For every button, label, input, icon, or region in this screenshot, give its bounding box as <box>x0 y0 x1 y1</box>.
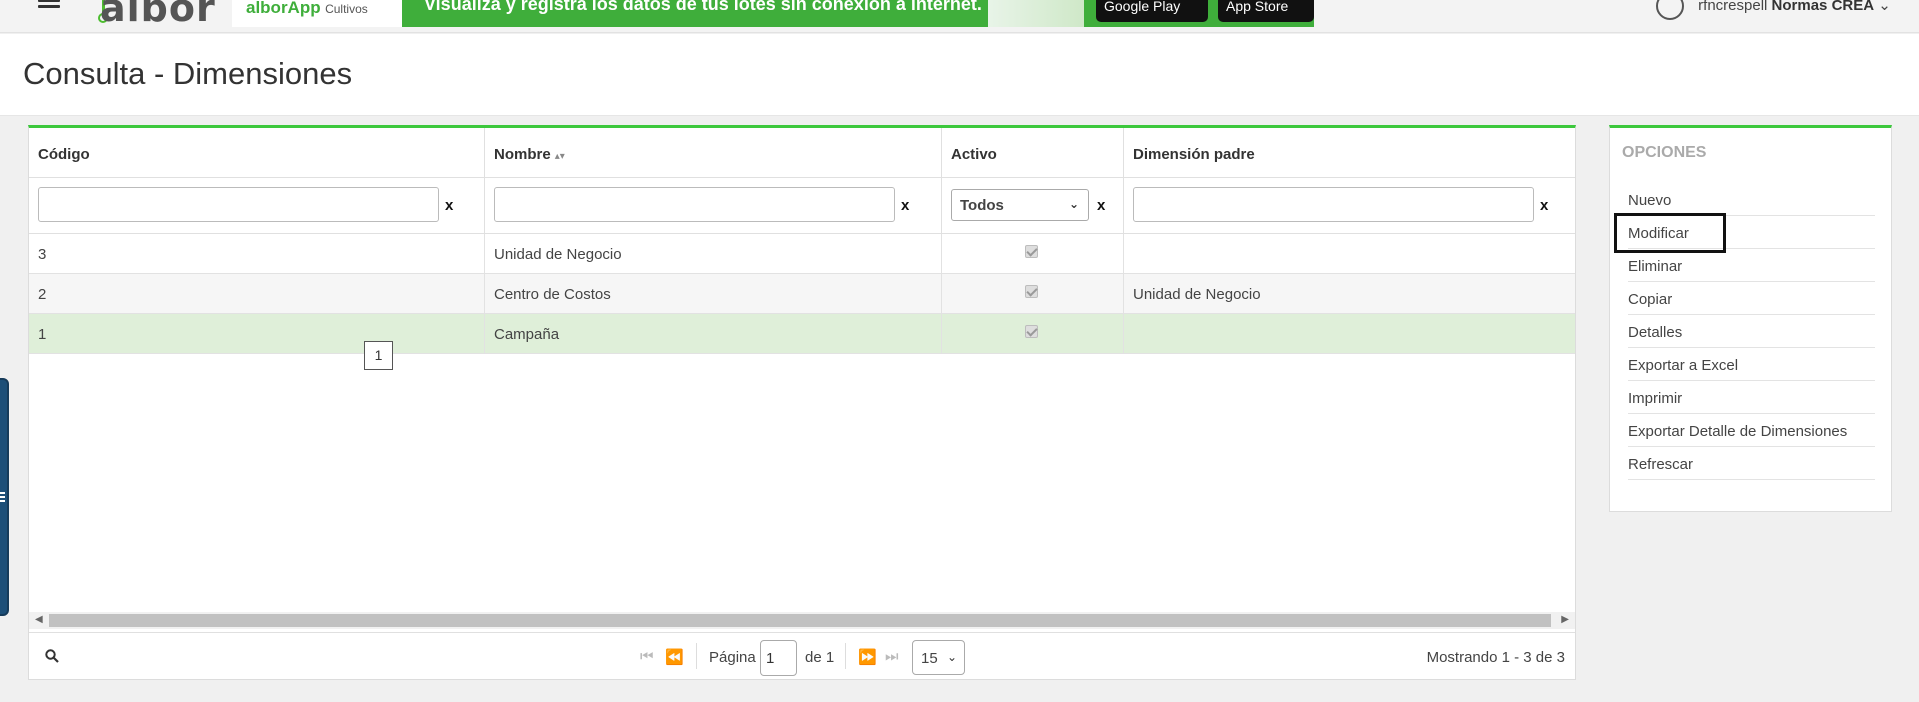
grid-filter-row: x x Todos ⌄ x x <box>29 178 1575 234</box>
google-play-badge[interactable]: Google Play <box>1096 0 1208 22</box>
banner-brand-sub: Cultivos <box>325 2 368 16</box>
cell-activo <box>942 234 1124 274</box>
column-header-dimension-padre-label: Dimensión padre <box>1133 146 1255 163</box>
clear-filter-activo-button[interactable]: x <box>1097 197 1105 214</box>
cell-nombre: Unidad de Negocio <box>485 234 942 274</box>
cell-dimension-padre: Unidad de Negocio <box>1133 286 1261 303</box>
scroll-right-arrow-icon[interactable]: ▶ <box>1561 614 1569 625</box>
clear-filter-nombre-button[interactable]: x <box>901 197 909 214</box>
page-title: Consulta - Dimensiones <box>23 56 353 91</box>
options-title: OPCIONES <box>1622 144 1707 161</box>
table-row-selected[interactable]: 1 Campaña <box>29 314 1575 354</box>
option-eliminar[interactable]: Eliminar <box>1628 249 1875 282</box>
page-number-input[interactable]: 1 <box>760 640 797 676</box>
scrollbar-thumb[interactable] <box>49 614 1551 627</box>
user-company: Normas CREA <box>1771 0 1875 14</box>
activo-checkbox <box>1025 285 1038 298</box>
cell-dimension-padre <box>1124 234 1575 274</box>
filter-cell-codigo: x <box>29 178 485 234</box>
cell-activo <box>942 274 1124 314</box>
pager-divider <box>845 643 846 669</box>
page-total-label: de 1 <box>805 649 835 666</box>
activo-checkbox <box>1025 245 1038 258</box>
cell-dimension-padre <box>1124 314 1575 354</box>
column-header-activo[interactable]: Activo <box>942 128 1124 178</box>
option-exportar-detalle[interactable]: Exportar Detalle de Dimensiones <box>1628 414 1875 447</box>
filter-activo-select[interactable]: Todos ⌄ <box>951 189 1089 221</box>
page-size-value: 15 <box>921 650 938 667</box>
banner-brand: alborApp Cultivos <box>232 0 402 27</box>
scroll-left-arrow-icon[interactable]: ◀ <box>35 614 43 625</box>
column-header-codigo-label: Código <box>38 146 90 163</box>
filter-cell-dimension-padre: x <box>1124 178 1575 234</box>
option-copiar[interactable]: Copiar <box>1628 282 1875 315</box>
side-panel-toggle[interactable] <box>0 378 9 616</box>
option-exportar-excel[interactable]: Exportar a Excel <box>1628 348 1875 381</box>
activo-checkbox <box>1025 325 1038 338</box>
previous-page-icon[interactable]: ⏪ <box>665 648 684 666</box>
hamburger-menu-icon[interactable] <box>38 0 60 8</box>
cell-codigo: 3 <box>29 234 485 274</box>
clear-filter-dimension-padre-button[interactable]: x <box>1540 197 1548 214</box>
grip-icon <box>0 492 5 504</box>
chevron-down-icon: ⌄ <box>946 650 957 664</box>
options-panel: OPCIONES Nuevo Modificar Eliminar Copiar… <box>1609 125 1892 512</box>
filter-cell-nombre: x <box>485 178 942 234</box>
page-label: Página <box>709 649 756 666</box>
first-page-icon[interactable]: ⏮ <box>640 648 654 665</box>
cell-codigo: 2 <box>29 274 485 314</box>
column-header-dimension-padre[interactable]: Dimensión padre <box>1124 128 1575 178</box>
cell-nombre: Centro de Costos <box>485 274 942 314</box>
option-detalles[interactable]: Detalles <box>1628 315 1875 348</box>
filter-dimension-padre-input[interactable] <box>1133 187 1534 222</box>
albor-logo[interactable]: albor <box>100 0 216 30</box>
filter-cell-activo: Todos ⌄ x <box>942 178 1124 234</box>
clear-filter-codigo-button[interactable]: x <box>445 197 453 214</box>
column-header-nombre-label: Nombre <box>494 146 551 163</box>
focus-highlight-box <box>1614 213 1726 253</box>
sort-icon: ▴▾ <box>554 151 565 162</box>
banner-brand-name: alborApp <box>246 0 321 17</box>
option-nuevo[interactable]: Nuevo <box>1628 183 1875 216</box>
user-avatar-icon <box>1656 0 1684 20</box>
title-bar: Consulta - Dimensiones <box>0 34 1919 116</box>
app-promo-banner[interactable]: alborApp Cultivos Visualiza y registra l… <box>232 0 1314 27</box>
next-page-icon[interactable]: ⏩ <box>858 648 877 666</box>
cell-activo <box>942 314 1124 354</box>
column-header-activo-label: Activo <box>951 146 997 163</box>
user-menu[interactable]: rfncrespell Normas CREA ⌄ <box>1656 0 1891 20</box>
search-icon[interactable] <box>45 649 59 663</box>
user-name: rfncrespell <box>1698 0 1768 14</box>
banner-message: Visualiza y registra los datos de tus lo… <box>424 0 982 14</box>
app-store-badge[interactable]: App Store <box>1218 0 1314 22</box>
option-refrescar[interactable]: Refrescar <box>1628 447 1875 480</box>
cell-nombre: Campaña <box>485 314 942 354</box>
chevron-down-icon: ⌄ <box>1068 197 1079 211</box>
filter-activo-value: Todos <box>960 197 1004 214</box>
option-imprimir[interactable]: Imprimir <box>1628 381 1875 414</box>
table-row[interactable]: 3 Unidad de Negocio <box>29 234 1575 274</box>
filter-codigo-input[interactable] <box>38 187 439 222</box>
grid-pager: ⏮ ⏪ Página 1 de 1 ⏩ ⏭ 15 ⌄ Mostrando 1 -… <box>29 632 1575 680</box>
row-tooltip: 1 <box>364 341 393 370</box>
column-header-codigo[interactable]: Código <box>29 128 485 178</box>
record-count: Mostrando 1 - 3 de 3 <box>1426 649 1565 666</box>
table-row[interactable]: 2 Centro de Costos Unidad de Negocio <box>29 274 1575 314</box>
chevron-down-icon: ⌄ <box>1878 0 1891 14</box>
horizontal-scrollbar[interactable]: ◀ ▶ <box>29 612 1575 629</box>
dimensions-grid: Código Nombre ▴▾ Activo Dimensión padre x… <box>28 125 1576 680</box>
phone-mockups-image <box>988 0 1084 27</box>
cell-codigo: 1 <box>29 314 485 354</box>
last-page-icon[interactable]: ⏭ <box>885 648 899 665</box>
grid-header-row: Código Nombre ▴▾ Activo Dimensión padre <box>29 128 1575 178</box>
filter-nombre-input[interactable] <box>494 187 895 222</box>
pager-divider <box>696 643 697 669</box>
top-bar: albor alborApp Cultivos Visualiza y regi… <box>0 0 1919 33</box>
page-size-select[interactable]: 15 ⌄ <box>912 640 965 675</box>
column-header-nombre[interactable]: Nombre ▴▾ <box>485 128 942 178</box>
